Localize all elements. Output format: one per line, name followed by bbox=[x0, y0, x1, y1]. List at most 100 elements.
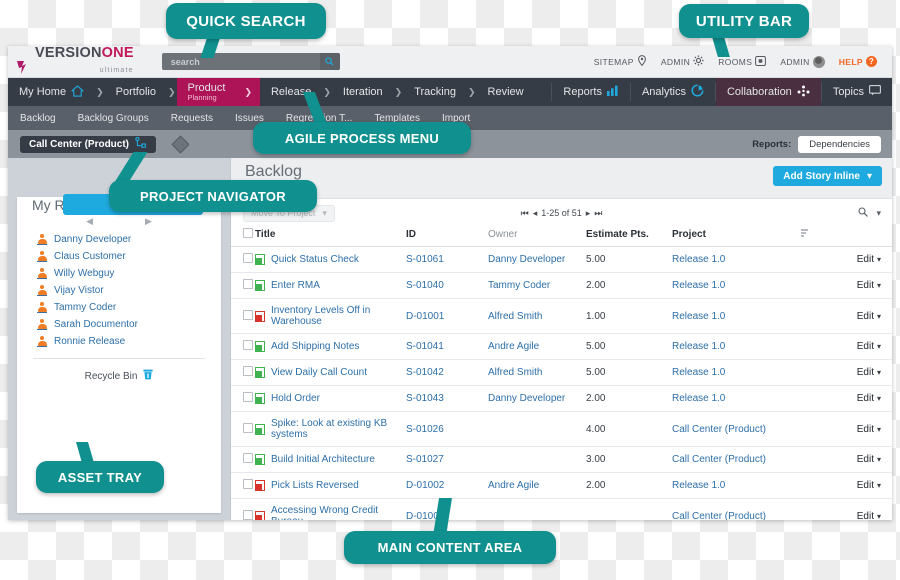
diamond-icon[interactable] bbox=[171, 134, 190, 154]
table-row[interactable]: Accessing Wrong Credit Bureau D-01003 Ca… bbox=[231, 498, 892, 520]
row-title-cell[interactable]: Enter RMA bbox=[255, 272, 406, 299]
row-id[interactable]: S-01026 bbox=[406, 411, 488, 447]
table-row[interactable]: Quick Status Check S-01061 Danny Develop… bbox=[231, 246, 892, 273]
row-checkbox[interactable] bbox=[243, 279, 253, 289]
row-owner[interactable] bbox=[488, 411, 586, 447]
nav-item-reports[interactable]: Reports bbox=[552, 78, 630, 106]
nav-item-review[interactable]: Review bbox=[477, 78, 535, 106]
column-header-sort-icon[interactable] bbox=[800, 224, 840, 247]
table-row[interactable]: Add Shipping Notes S-01041 Andre Agile 5… bbox=[231, 333, 892, 360]
table-row[interactable]: Hold Order S-01043 Danny Developer 2.00 … bbox=[231, 385, 892, 412]
row-title-cell[interactable]: Hold Order bbox=[255, 385, 406, 412]
row-edit-button[interactable]: Edit ▾ bbox=[840, 298, 892, 334]
add-story-inline-button[interactable]: Add Story Inline ▾ bbox=[773, 166, 882, 186]
table-row[interactable]: View Daily Call Count S-01042 Alfred Smi… bbox=[231, 359, 892, 386]
chevron-right-icon[interactable]: ▶ bbox=[145, 216, 152, 227]
row-id[interactable]: S-01027 bbox=[406, 446, 488, 473]
list-item[interactable]: Sarah Documentor bbox=[17, 316, 221, 333]
table-row[interactable]: Build Initial Architecture S-01027 3.00 … bbox=[231, 446, 892, 473]
row-edit-button[interactable]: Edit ▾ bbox=[840, 272, 892, 299]
row-id[interactable]: S-01040 bbox=[406, 272, 488, 299]
row-project[interactable]: Release 1.0 bbox=[672, 385, 800, 412]
row-edit-button[interactable]: Edit ▾ bbox=[840, 246, 892, 273]
row-owner[interactable]: Alfred Smith bbox=[488, 298, 586, 334]
list-item[interactable]: Claus Customer bbox=[17, 248, 221, 265]
nav-item-portfolio[interactable]: Portfolio bbox=[105, 78, 167, 106]
row-checkbox[interactable] bbox=[243, 392, 253, 402]
row-project[interactable]: Release 1.0 bbox=[672, 472, 800, 499]
list-item[interactable]: Ronnie Release bbox=[17, 333, 221, 350]
subnav-item-backlog-groups[interactable]: Backlog Groups bbox=[67, 113, 160, 124]
recycle-bin-button[interactable]: Recycle Bin bbox=[17, 369, 221, 383]
row-id[interactable]: S-01041 bbox=[406, 333, 488, 360]
row-title-cell[interactable]: View Daily Call Count bbox=[255, 359, 406, 386]
row-checkbox[interactable] bbox=[243, 366, 253, 376]
row-id[interactable]: S-01042 bbox=[406, 359, 488, 386]
row-project[interactable]: Release 1.0 bbox=[672, 272, 800, 299]
utility-item-admin[interactable]: ADMIN bbox=[654, 55, 711, 68]
row-owner[interactable]: Andre Agile bbox=[488, 333, 586, 360]
subnav-item-requests[interactable]: Requests bbox=[160, 113, 224, 124]
versionone-logo[interactable]: VERSION ONE ultimate bbox=[16, 46, 134, 77]
nav-item-tracking[interactable]: Tracking bbox=[403, 78, 467, 106]
row-edit-button[interactable]: Edit ▾ bbox=[840, 472, 892, 499]
column-header-id[interactable]: ID bbox=[406, 224, 488, 247]
nav-item-product-planning[interactable]: Product Planning bbox=[176, 78, 237, 106]
pagination-first[interactable]: ⏮ bbox=[521, 208, 529, 219]
row-title-cell[interactable]: Quick Status Check bbox=[255, 246, 406, 273]
utility-item-sitemap[interactable]: SITEMAP bbox=[587, 55, 654, 68]
quick-search-box[interactable] bbox=[161, 53, 340, 70]
row-id[interactable]: D-01001 bbox=[406, 298, 488, 334]
row-checkbox[interactable] bbox=[243, 309, 253, 320]
row-owner[interactable]: Danny Developer bbox=[488, 385, 586, 412]
subnav-item-backlog[interactable]: Backlog bbox=[8, 113, 67, 124]
row-owner[interactable] bbox=[488, 446, 586, 473]
search-icon[interactable] bbox=[319, 53, 340, 70]
table-row[interactable]: Spike: Look at existing KB systems S-010… bbox=[231, 411, 892, 447]
row-checkbox[interactable] bbox=[243, 509, 253, 520]
chevron-down-icon[interactable]: ▾ bbox=[876, 208, 881, 219]
row-owner[interactable]: Alfred Smith bbox=[488, 359, 586, 386]
row-project[interactable]: Call Center (Product) bbox=[672, 498, 800, 520]
row-project[interactable]: Call Center (Product) bbox=[672, 411, 800, 447]
pagination-next[interactable]: ▸ bbox=[586, 208, 591, 219]
row-project[interactable]: Release 1.0 bbox=[672, 359, 800, 386]
utility-item-rooms[interactable]: ROOMS bbox=[711, 55, 773, 68]
row-title-cell[interactable]: Add Shipping Notes bbox=[255, 333, 406, 360]
utility-item-help[interactable]: HELP ? bbox=[832, 56, 884, 67]
select-all-checkbox[interactable] bbox=[243, 228, 253, 238]
row-title-cell[interactable]: Accessing Wrong Credit Bureau bbox=[255, 498, 406, 520]
row-owner[interactable]: Danny Developer bbox=[488, 246, 586, 273]
search-input[interactable] bbox=[161, 55, 313, 68]
row-edit-button[interactable]: Edit ▾ bbox=[840, 359, 892, 386]
row-project[interactable]: Release 1.0 bbox=[672, 333, 800, 360]
pagination-last[interactable]: ⏭ bbox=[594, 208, 602, 219]
utility-item-user[interactable]: ADMIN bbox=[773, 55, 831, 68]
reports-dropdown[interactable]: Dependencies bbox=[798, 135, 881, 153]
row-owner[interactable]: Andre Agile bbox=[488, 472, 586, 499]
nav-item-collaboration[interactable]: Collaboration bbox=[715, 78, 821, 106]
row-title-cell[interactable]: Build Initial Architecture bbox=[255, 446, 406, 473]
row-edit-button[interactable]: Edit ▾ bbox=[840, 498, 892, 520]
row-title-cell[interactable]: Inventory Levels Off in Warehouse bbox=[255, 298, 406, 334]
nav-item-iteration[interactable]: Iteration bbox=[332, 78, 394, 106]
nav-item-my-home[interactable]: My Home bbox=[8, 78, 95, 106]
table-row[interactable]: Pick Lists Reversed D-01002 Andre Agile … bbox=[231, 472, 892, 499]
nav-item-analytics[interactable]: Analytics bbox=[631, 78, 715, 106]
magnifier-icon[interactable] bbox=[858, 207, 869, 219]
list-item[interactable]: Willy Webguy bbox=[17, 265, 221, 282]
column-header-estimate[interactable]: Estimate Pts. bbox=[586, 224, 672, 247]
row-edit-button[interactable]: Edit ▾ bbox=[840, 411, 892, 447]
row-id[interactable]: S-01043 bbox=[406, 385, 488, 412]
row-project[interactable]: Release 1.0 bbox=[672, 246, 800, 273]
row-checkbox[interactable] bbox=[243, 453, 253, 463]
row-checkbox[interactable] bbox=[243, 422, 253, 433]
row-id[interactable]: D-01002 bbox=[406, 472, 488, 499]
chevron-left-icon[interactable]: ◀ bbox=[86, 216, 93, 227]
list-item[interactable]: Tammy Coder bbox=[17, 299, 221, 316]
nav-item-topics[interactable]: Topics bbox=[822, 78, 892, 106]
list-item[interactable]: Danny Developer bbox=[17, 231, 221, 248]
row-checkbox[interactable] bbox=[243, 340, 253, 350]
row-title-cell[interactable]: Pick Lists Reversed bbox=[255, 472, 406, 499]
column-header-owner[interactable]: Owner bbox=[488, 224, 586, 247]
